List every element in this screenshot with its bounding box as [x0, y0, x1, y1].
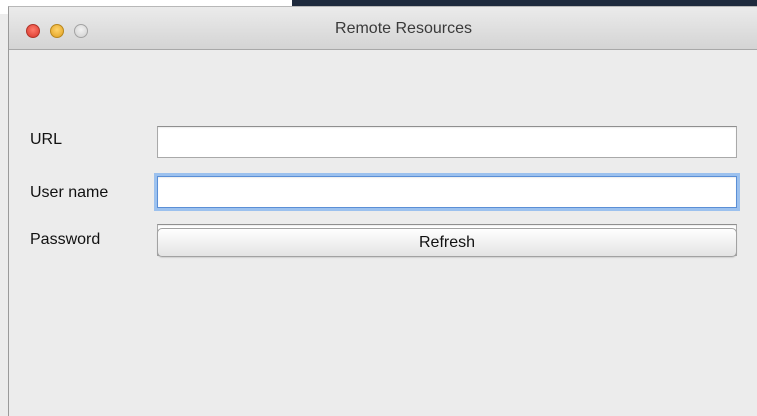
username-input[interactable]: [157, 176, 737, 208]
username-label: User name: [30, 184, 109, 201]
password-label: Password: [30, 231, 101, 248]
title-bar[interactable]: Remote Resources: [9, 7, 757, 50]
url-input[interactable]: [157, 126, 737, 158]
url-label: URL: [30, 131, 63, 148]
remote-resources-window: Remote Resources URL User name Password …: [8, 6, 757, 416]
window-title: Remote Resources: [335, 20, 472, 37]
refresh-button[interactable]: Refresh: [157, 228, 737, 257]
